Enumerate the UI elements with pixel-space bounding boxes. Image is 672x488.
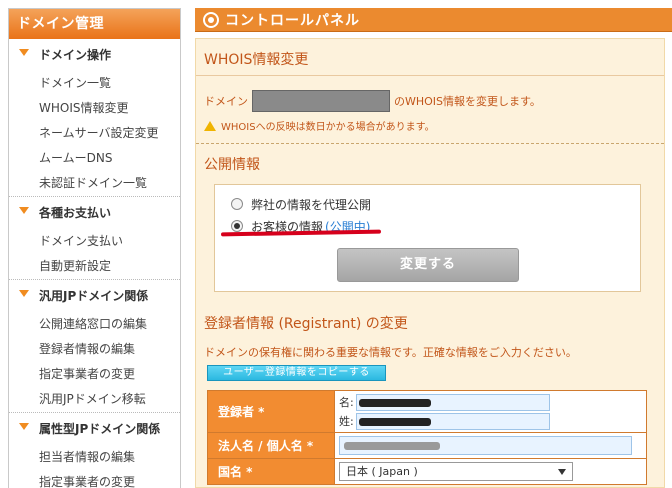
warning-line: WHOISへの反映は数日かかる場合があります。: [196, 112, 664, 133]
sidebar-section-general-jp: 汎用JPドメイン関係 公開連絡窓口の編集 登録者情報の編集 指定事業者の変更 汎…: [9, 280, 180, 413]
country-label: 国名 *: [207, 458, 335, 485]
whois-title: WHOIS情報変更: [204, 52, 309, 68]
domain-line: ドメイン のWHOIS情報を変更します。: [196, 76, 664, 112]
sidebar-item-contact-edit[interactable]: 担当者情報の編集: [9, 445, 180, 470]
sidebar-item-registrant-edit[interactable]: 登録者情報の編集: [9, 337, 180, 362]
sidebar-section-title: 汎用JPドメイン関係: [9, 280, 180, 312]
domain-suffix: のWHOIS情報を変更します。: [394, 95, 541, 108]
sidebar-item-designated-change[interactable]: 指定事業者の変更: [9, 362, 180, 387]
last-name-label: 姓:: [339, 415, 354, 428]
sidebar-item-designated-change-2[interactable]: 指定事業者の変更: [9, 470, 180, 488]
sidebar-item-nameserver[interactable]: ネームサーバ設定変更: [9, 121, 180, 146]
sidebar-item-unverified[interactable]: 未認証ドメイン一覧: [9, 171, 180, 196]
sidebar-section-attribute-jp: 属性型JPドメイン関係 担当者情報の編集 指定事業者の変更: [9, 413, 180, 488]
sidebar-item-muumuu-dns[interactable]: ムームーDNS: [9, 146, 180, 171]
sidebar-section-domain-ops: ドメイン操作 ドメイン一覧 WHOIS情報変更 ネームサーバ設定変更 ムームーD…: [9, 39, 180, 197]
first-name-row: 名:: [339, 393, 646, 412]
registrant-label: 登録者 *: [207, 390, 335, 433]
country-select[interactable]: 日本 ( Japan ): [339, 462, 573, 481]
triangle-down-icon: [19, 289, 29, 297]
main-content: コントロールパネル WHOIS情報変更 ドメイン のWHOIS情報を変更します。…: [195, 8, 672, 488]
chevron-down-icon: [558, 469, 566, 475]
last-name-input[interactable]: [355, 412, 550, 430]
registrant-description: ドメインの保有権に関わる重要な情報です。正確な情報をご入力ください。: [204, 346, 577, 359]
registrant-name-cell: 名: 姓:: [334, 390, 647, 433]
table-row: 登録者 * 名: 姓:: [207, 390, 647, 433]
table-row: 法人名 / 個人名 *: [207, 432, 647, 459]
sidebar-item-whois-change[interactable]: WHOIS情報変更: [9, 96, 180, 121]
company-cell: [334, 432, 647, 459]
change-button[interactable]: 変更する: [337, 248, 519, 282]
gear-icon: [203, 11, 219, 28]
first-name-label: 名:: [339, 396, 354, 409]
country-cell: 日本 ( Japan ): [334, 458, 647, 485]
sidebar-section-payments: 各種お支払い ドメイン支払い 自動更新設定: [9, 197, 180, 280]
sidebar-section-title: 各種お支払い: [9, 197, 180, 229]
triangle-down-icon: [19, 422, 29, 430]
last-name-row: 姓:: [339, 412, 646, 431]
country-value: 日本 ( Japan ): [346, 465, 418, 478]
company-label: 法人名 / 個人名 *: [207, 432, 335, 459]
domain-prefix: ドメイン: [204, 95, 248, 108]
sidebar-title: ドメイン管理: [9, 9, 180, 39]
first-name-input[interactable]: [355, 393, 550, 411]
sidebar-item-jp-transfer[interactable]: 汎用JPドメイン移転: [9, 387, 180, 412]
triangle-down-icon: [19, 206, 29, 214]
sidebar: ドメイン管理 ドメイン操作 ドメイン一覧 WHOIS情報変更 ネームサーバ設定変…: [8, 8, 181, 488]
warning-icon: [204, 120, 216, 131]
table-row: 国名 * 日本 ( Japan ): [207, 458, 647, 485]
sidebar-section-title: ドメイン操作: [9, 39, 180, 71]
radio-button-checked[interactable]: [231, 220, 243, 232]
sidebar-item-domain-list[interactable]: ドメイン一覧: [9, 71, 180, 96]
radio-label: 弊社の情報を代理公開: [251, 197, 372, 212]
copy-user-info-button[interactable]: ユーザー登録情報をコピーする: [207, 365, 386, 381]
redacted-domain: [252, 90, 390, 112]
registrant-title: 登録者情報 (Registrant) の変更: [204, 316, 408, 332]
whois-panel: WHOIS情報変更 ドメイン のWHOIS情報を変更します。 WHOISへの反映…: [195, 38, 665, 488]
radio-button[interactable]: [231, 198, 243, 210]
public-info-title: 公開情報: [204, 157, 260, 173]
sidebar-item-public-contact[interactable]: 公開連絡窓口の編集: [9, 312, 180, 337]
header-bar: コントロールパネル: [195, 8, 672, 32]
radio-option-proxy[interactable]: 弊社の情報を代理公開: [215, 193, 640, 215]
company-name-input[interactable]: [339, 436, 632, 455]
sidebar-item-auto-renew[interactable]: 自動更新設定: [9, 254, 180, 279]
public-info-options: 弊社の情報を代理公開 お客様の情報 (公開中) 変更する: [214, 184, 641, 292]
warning-text: WHOISへの反映は数日かかる場合があります。: [221, 122, 435, 133]
registrant-table: 登録者 * 名: 姓: 法人名 / 個人名 * 国名 * 日本 (Japan …: [207, 390, 647, 485]
sidebar-item-domain-payment[interactable]: ドメイン支払い: [9, 229, 180, 254]
page-header-title: コントロールパネル: [225, 12, 360, 29]
sidebar-section-title: 属性型JPドメイン関係: [9, 413, 180, 445]
triangle-down-icon: [19, 48, 29, 56]
